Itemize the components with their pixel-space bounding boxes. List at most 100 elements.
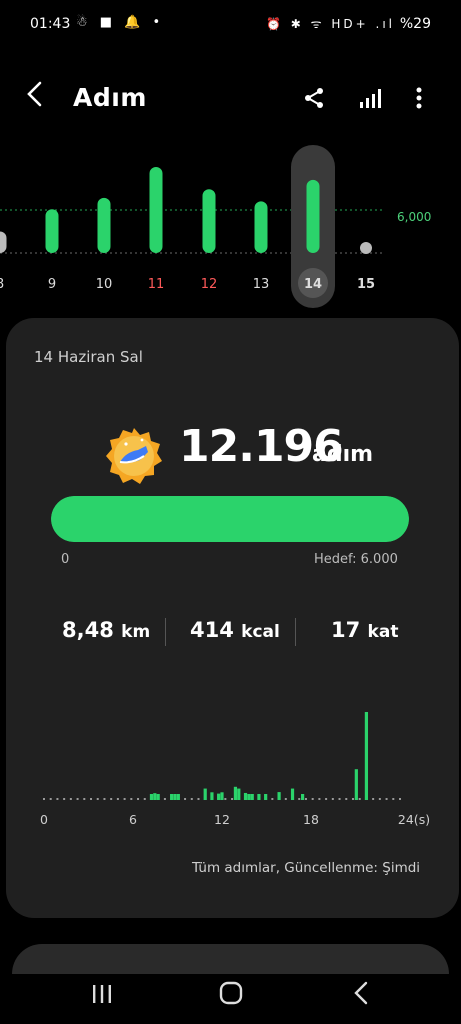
day-bar[interactable] (306, 179, 320, 253)
day-bar[interactable] (254, 201, 268, 253)
notification-icons: ☃ ■ 🔔 • (76, 15, 165, 30)
hour-bar (277, 792, 281, 800)
day-label[interactable]: 12 (201, 277, 218, 292)
hour-bar (210, 792, 214, 800)
goal-label: Hedef: 6.000 (314, 552, 398, 567)
day-label[interactable]: 14 (304, 277, 322, 292)
day-bar-empty[interactable] (360, 242, 372, 254)
status-bar: 01:43 ☃ ■ 🔔 • ⏰ ✱ ᯤ HD+ .ıl %29 (0, 12, 461, 36)
page-title: Adım (73, 83, 147, 112)
hour-bar (176, 794, 180, 800)
goal-progress-bar (51, 496, 409, 542)
hour-dot (345, 798, 348, 800)
status-time: 01:43 (30, 16, 71, 32)
back-arrow-icon[interactable] (26, 81, 44, 115)
calories-value: 414 (190, 618, 234, 642)
update-note: Tüm adımlar, Güncellenme: Şimdi (192, 860, 421, 876)
day-label[interactable]: 8 (0, 277, 4, 292)
hour-dot (163, 798, 166, 800)
floors-stat: 17 kat (331, 618, 398, 642)
distance-unit: km (121, 622, 151, 642)
hour-dot (338, 798, 341, 800)
hour-dot (351, 798, 354, 800)
hour-dot (224, 798, 227, 800)
hour-tick-label: 24(s) (398, 812, 430, 827)
nav-back-icon[interactable] (352, 981, 370, 1009)
more-vert-icon[interactable] (404, 83, 434, 113)
step-unit: adım (312, 442, 374, 467)
hour-dot (103, 798, 106, 800)
system-icons: ⏰ ✱ ᯤ HD+ .ıl (265, 17, 395, 31)
hour-bar (170, 794, 174, 800)
calories-stat: 414 kcal (190, 618, 280, 642)
selected-date: 14 Haziran Sal (34, 348, 143, 366)
hour-bar (153, 793, 157, 800)
hour-bar (264, 794, 268, 800)
day-label[interactable]: 10 (96, 277, 113, 292)
recent-apps-icon[interactable] (90, 982, 114, 1010)
day-label[interactable]: 15 (357, 277, 375, 292)
day-summary-card: 14 Haziran Sal 12.196 adım 0 Hedef: 6.00… (6, 318, 459, 918)
battery-level: %29 (399, 16, 431, 32)
hour-dot (90, 798, 93, 800)
home-icon[interactable] (218, 980, 244, 1010)
hour-dot (399, 798, 401, 800)
distance-value: 8,48 (62, 618, 114, 642)
hour-tick-label: 0 (40, 812, 48, 827)
hour-dot (143, 798, 146, 800)
day-label[interactable]: 9 (48, 277, 56, 292)
hour-dot (184, 798, 187, 800)
hour-bar (243, 792, 248, 800)
distance-stat: 8,48 km (62, 618, 150, 642)
share-icon[interactable] (299, 83, 329, 113)
hour-dot (63, 798, 66, 800)
goal-achieved-medal-icon (106, 428, 162, 484)
hour-dot (76, 798, 79, 800)
hour-bar (237, 788, 241, 800)
hour-dot (325, 798, 328, 800)
hour-dot (392, 798, 395, 800)
hour-dot (284, 798, 287, 800)
floors-value: 17 (331, 618, 361, 642)
hour-dot (304, 798, 307, 800)
goal-line-label: 6,000 (397, 210, 432, 224)
hour-dot (137, 798, 140, 800)
hour-tick-label: 12 (214, 812, 230, 827)
hour-dot (130, 798, 133, 800)
day-bar[interactable] (202, 189, 216, 253)
hour-tick-label: 6 (129, 812, 137, 827)
progress-min-label: 0 (61, 552, 70, 567)
day-label[interactable]: 11 (148, 277, 165, 292)
hour-dot (372, 798, 375, 800)
weekly-steps-chart[interactable]: 8 9 10 11 12 13 14 15 (0, 140, 461, 310)
next-card-peek (12, 944, 449, 974)
hour-bar (156, 794, 160, 800)
hour-dot (69, 798, 72, 800)
day-bar[interactable] (45, 209, 59, 253)
bar-chart-icon[interactable] (355, 83, 385, 113)
hour-dot (123, 798, 126, 800)
hour-bar (364, 712, 369, 800)
hour-dot (96, 798, 99, 800)
day-bar[interactable] (97, 197, 111, 253)
calories-unit: kcal (241, 622, 280, 642)
floors-unit: kat (367, 622, 399, 642)
hour-bar (173, 794, 177, 800)
day-bar[interactable] (0, 231, 7, 254)
hour-dot (56, 798, 59, 800)
hour-tick-label: 18 (303, 812, 319, 827)
day-label[interactable]: 13 (253, 277, 270, 292)
day-bar[interactable] (149, 167, 163, 253)
hour-bar (257, 794, 261, 800)
hour-dot (43, 798, 45, 800)
hour-bar (233, 786, 238, 800)
hour-dot (318, 798, 321, 800)
hour-dot (49, 798, 52, 800)
hour-dot (197, 798, 200, 800)
app-header: Adım (0, 75, 461, 125)
system-nav-bar (0, 978, 461, 1024)
hour-dot (110, 798, 113, 800)
hour-dot (116, 798, 119, 800)
hour-dot (385, 798, 388, 800)
hour-bar (301, 794, 305, 800)
